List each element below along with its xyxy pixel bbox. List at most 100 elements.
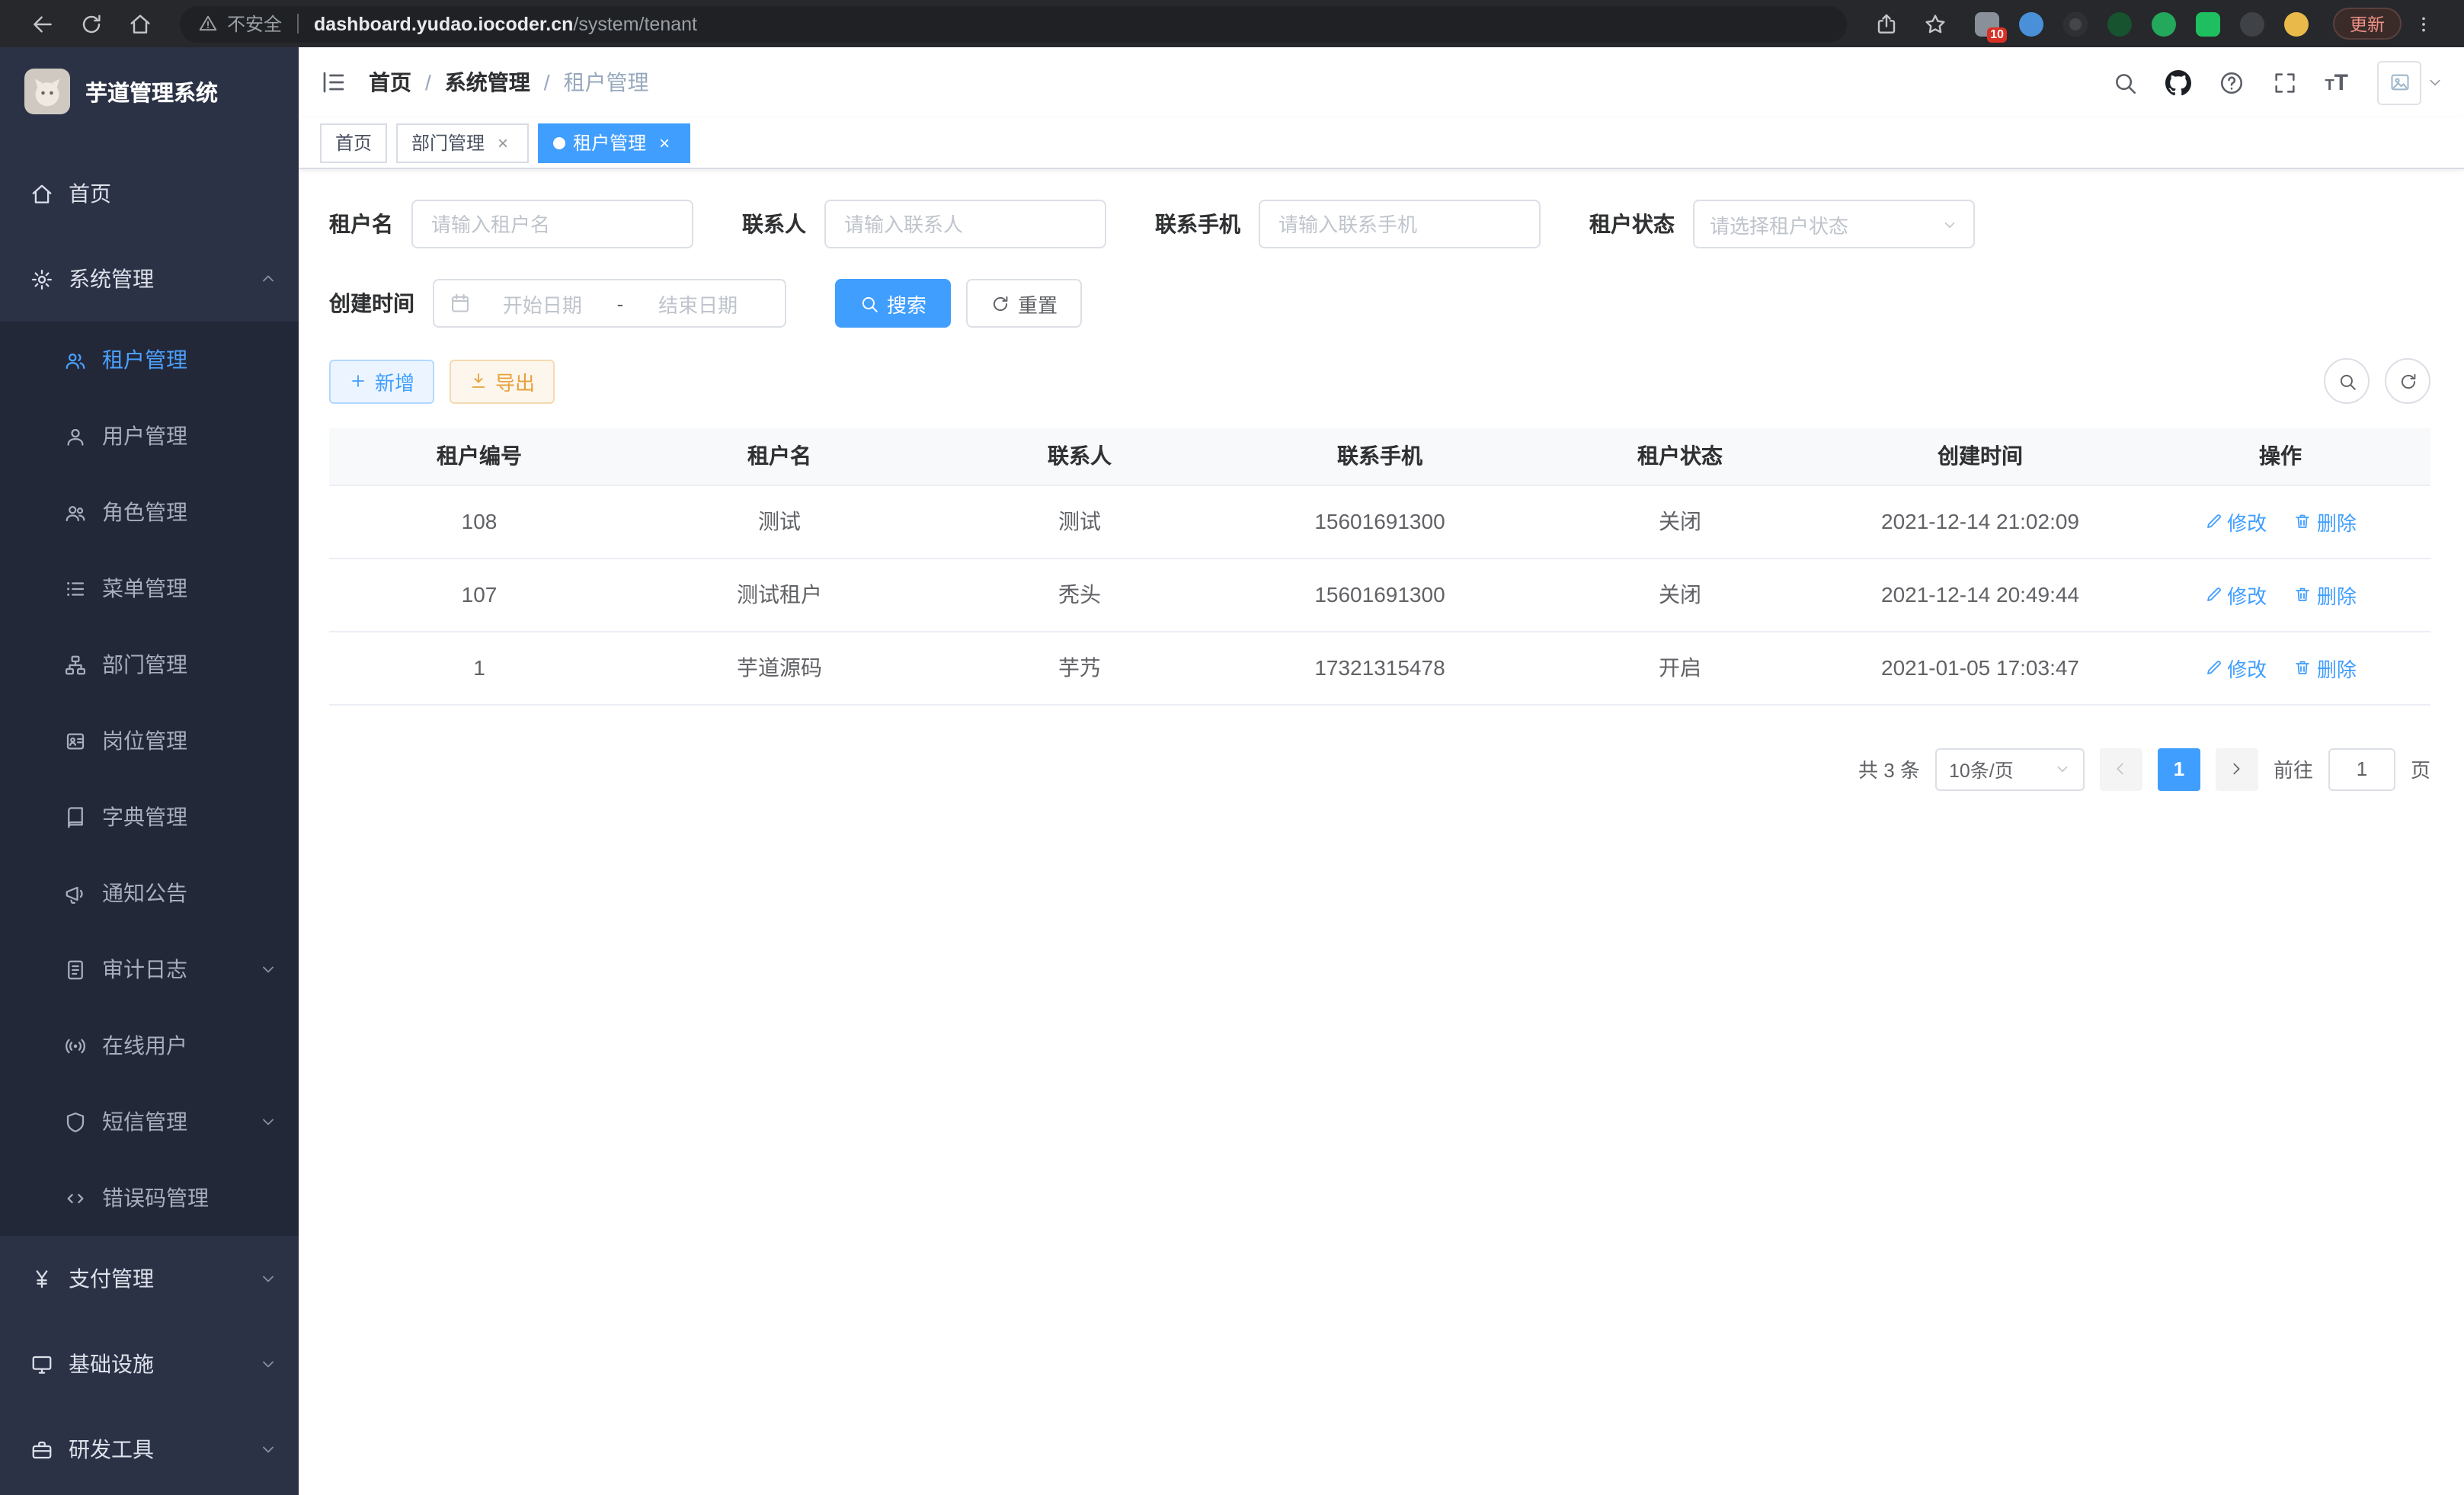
sidebar-item-menu[interactable]: 菜单管理: [0, 550, 299, 626]
extension-icon-2[interactable]: [2019, 11, 2043, 36]
update-button[interactable]: 更新: [2333, 8, 2402, 40]
breadcrumb: 首页 / 系统管理 / 租户管理: [369, 67, 649, 98]
back-icon[interactable]: [30, 11, 55, 36]
sidebar-item-payment[interactable]: 支付管理: [0, 1236, 299, 1321]
contact-input[interactable]: [824, 200, 1106, 248]
search-toggle-button[interactable]: [2324, 358, 2370, 404]
sidebar-item-tenant[interactable]: 租户管理: [0, 322, 299, 398]
sidebar-item-sms[interactable]: 短信管理: [0, 1084, 299, 1160]
goto-page-input[interactable]: [2328, 748, 2395, 790]
reset-button[interactable]: 重置: [966, 279, 1082, 328]
column-header-tenant-name: 租户名: [629, 428, 930, 485]
plus-icon: [349, 372, 367, 390]
sidebar-item-dept[interactable]: 部门管理: [0, 626, 299, 703]
export-button[interactable]: 导出: [450, 359, 555, 403]
browser-menu-icon[interactable]: [2414, 11, 2434, 36]
create-time-range-picker[interactable]: 开始日期 - 结束日期: [433, 279, 786, 328]
column-header-tenant-id: 租户编号: [329, 428, 629, 485]
reload-icon[interactable]: [79, 11, 104, 36]
edit-button[interactable]: 修改: [2204, 580, 2267, 609]
close-icon[interactable]: ×: [492, 132, 514, 153]
address-bar[interactable]: 不安全 dashboard.yudao.iocoder.cn/system/te…: [180, 5, 1847, 42]
bookmark-star-icon[interactable]: [1923, 11, 1947, 36]
sidebar-item-label: 在线用户: [102, 1030, 277, 1061]
profile-avatar-icon[interactable]: [2284, 11, 2309, 36]
fullscreen-icon[interactable]: [2271, 69, 2297, 95]
page-size-select[interactable]: 10条/页: [1935, 748, 2085, 790]
sidebar-item-error-code[interactable]: 错误码管理: [0, 1160, 299, 1236]
toolbar-row: 新增 导出: [329, 358, 2430, 404]
tab-label: 租户管理: [573, 130, 646, 155]
role-users-icon: [64, 501, 87, 523]
caret-down-icon[interactable]: [2427, 75, 2443, 90]
help-icon[interactable]: [2218, 69, 2244, 95]
sidebar-menu: 首页 系统管理 租户管理 用户管理 角色管理: [0, 136, 299, 1492]
sidebar-item-online-user[interactable]: 在线用户: [0, 1007, 299, 1084]
github-icon[interactable]: [2165, 69, 2190, 95]
extension-icon-6[interactable]: [2196, 11, 2220, 36]
calendar-icon: [450, 293, 471, 314]
edit-button[interactable]: 修改: [2204, 653, 2267, 682]
filter-row-1: 租户名 联系人 联系手机 租户状态 请选择租户状态: [329, 200, 2430, 248]
sidebar-item-audit-log[interactable]: 审计日志: [0, 931, 299, 1007]
cell-created: 2021-12-14 20:49:44: [1830, 558, 2130, 631]
extension-icon-1[interactable]: 10: [1975, 11, 1999, 36]
dev-tools-icon: [30, 1438, 53, 1461]
close-icon[interactable]: ×: [654, 132, 675, 153]
search-button[interactable]: 搜索: [835, 279, 951, 328]
browser-home-icon[interactable]: [128, 11, 152, 36]
user-avatar[interactable]: [2377, 60, 2421, 104]
sidebar-item-notice[interactable]: 通知公告: [0, 855, 299, 931]
sidebar-item-system[interactable]: 系统管理: [0, 236, 299, 322]
tab-home[interactable]: 首页: [320, 123, 387, 162]
extensions-bar: 10: [1975, 11, 2309, 36]
phone-input[interactable]: [1259, 200, 1541, 248]
extension-icon-3[interactable]: [2063, 11, 2088, 36]
logo[interactable]: 芋道管理系统: [0, 47, 299, 136]
tab-tenant[interactable]: 租户管理 ×: [538, 123, 690, 162]
page-content: 租户名 联系人 联系手机 租户状态 请选择租户状态: [299, 169, 2464, 1495]
extension-icon-7[interactable]: [2240, 11, 2264, 36]
dept-tree-icon: [64, 653, 87, 676]
tab-dept[interactable]: 部门管理 ×: [396, 123, 529, 162]
breadcrumb-section[interactable]: 系统管理: [445, 67, 530, 98]
delete-icon: [2294, 512, 2312, 530]
sidebar-item-dict[interactable]: 字典管理: [0, 779, 299, 855]
prev-page-button[interactable]: [2100, 748, 2142, 790]
refresh-button[interactable]: [2385, 358, 2430, 404]
sidebar-item-user[interactable]: 用户管理: [0, 398, 299, 474]
pagination: 共 3 条 10条/页 1 前往 页: [329, 748, 2430, 790]
online-signal-icon: [64, 1034, 87, 1057]
filter-contact: 联系人: [742, 200, 1106, 248]
page-1-button[interactable]: 1: [2158, 748, 2200, 790]
toolbar-right: [2324, 358, 2430, 404]
cell-tenant-name: 测试: [629, 485, 930, 558]
table-row: 108 测试 测试 15601691300 关闭 2021-12-14 21:0…: [329, 485, 2430, 558]
next-page-button[interactable]: [2216, 748, 2258, 790]
tenant-name-input[interactable]: [411, 200, 693, 248]
search-icon[interactable]: [2111, 69, 2137, 95]
sidebar-item-role[interactable]: 角色管理: [0, 474, 299, 550]
sidebar-item-dev-tools[interactable]: 研发工具: [0, 1407, 299, 1492]
delete-label: 删除: [2317, 507, 2357, 536]
chevron-down-icon: [2054, 760, 2071, 777]
breadcrumb-home[interactable]: 首页: [369, 67, 411, 98]
delete-button[interactable]: 删除: [2294, 580, 2357, 609]
font-size-icon[interactable]: TT: [2325, 71, 2348, 94]
sidebar-toggle-icon[interactable]: [320, 69, 347, 96]
edit-button[interactable]: 修改: [2204, 507, 2267, 536]
delete-button[interactable]: 删除: [2294, 507, 2357, 536]
extension-icon-4[interactable]: [2107, 11, 2132, 36]
share-icon[interactable]: [1874, 11, 1899, 36]
sidebar-item-home[interactable]: 首页: [0, 151, 299, 236]
chevron-down-icon: [259, 960, 277, 978]
sidebar-item-infra[interactable]: 基础设施: [0, 1321, 299, 1407]
add-button[interactable]: 新增: [329, 359, 434, 403]
sidebar-item-post[interactable]: 岗位管理: [0, 703, 299, 779]
search-icon: [2337, 371, 2357, 391]
sidebar-item-label: 岗位管理: [102, 725, 277, 756]
tenant-status-select[interactable]: 请选择租户状态: [1693, 200, 1975, 248]
extension-icon-5[interactable]: [2152, 11, 2176, 36]
cell-status: 关闭: [1530, 558, 1830, 631]
delete-button[interactable]: 删除: [2294, 653, 2357, 682]
